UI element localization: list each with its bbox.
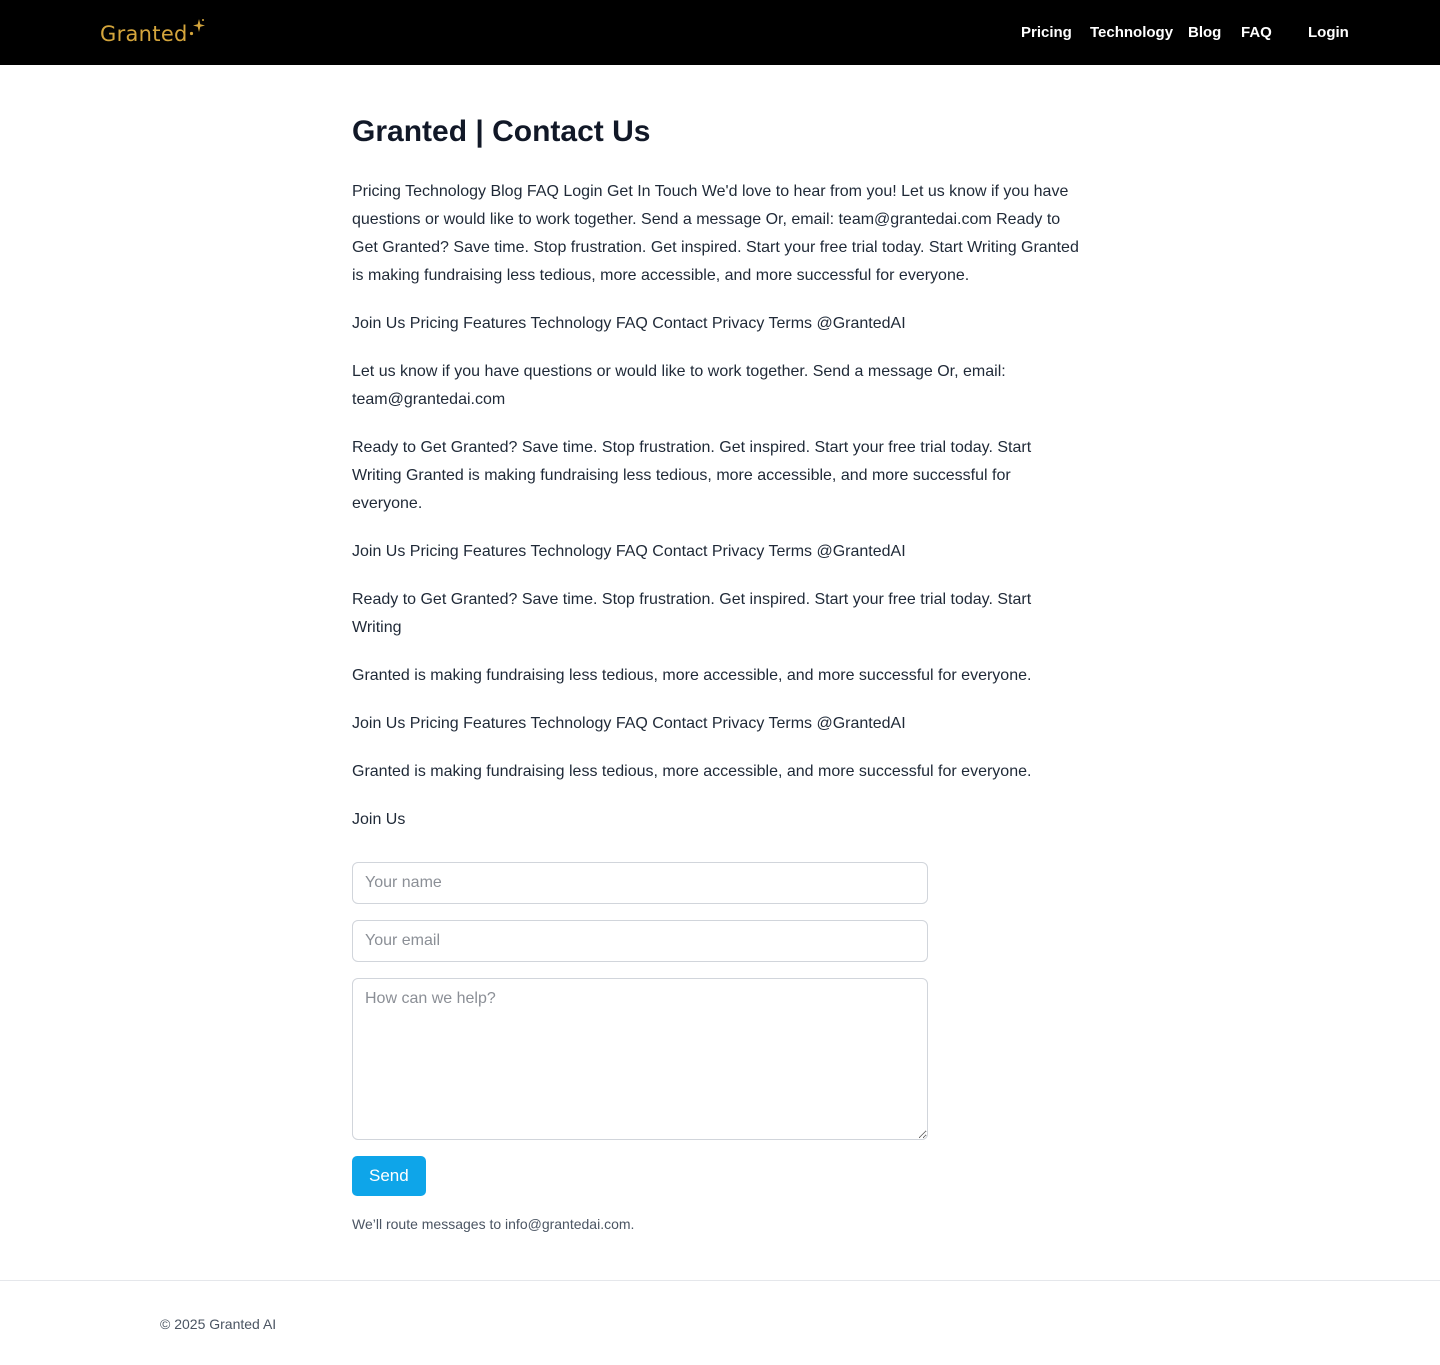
main-content: Granted | Contact Us Pricing Technology … [352, 108, 1088, 854]
nav-link-blog[interactable]: Blog [1188, 22, 1221, 44]
top-navbar: Granted Pricing Technology Blog FAQ Logi… [0, 0, 1440, 65]
page-title: Granted | Contact Us [352, 115, 651, 148]
nav-link-technology[interactable]: Technology [1090, 22, 1173, 44]
nav-link-faq[interactable]: FAQ [1241, 22, 1272, 44]
content-paragraph: Granted is making fundraising less tedio… [352, 763, 1032, 780]
content-paragraph: Pricing Technology Blog FAQ Login Get In… [352, 183, 1079, 284]
footer: © 2025 Granted AI [0, 1280, 1440, 1365]
content-paragraph: Ready to Get Granted? Save time. Stop fr… [352, 439, 1032, 512]
content-paragraph: Join Us Pricing Features Technology FAQ … [352, 315, 906, 332]
main-nav: Pricing Technology Blog FAQ Login [0, 22, 1440, 44]
send-button[interactable]: Send [352, 1156, 426, 1196]
content-paragraph: Ready to Get Granted? Save time. Stop fr… [352, 591, 1032, 636]
login-link[interactable]: Login [1308, 22, 1349, 44]
copyright-text: © 2025 Granted AI [160, 1316, 277, 1332]
content-paragraph: Let us know if you have questions or wou… [352, 363, 1006, 408]
content-paragraph: Join Us [352, 811, 406, 828]
nav-link-pricing[interactable]: Pricing [1021, 22, 1072, 44]
name-input[interactable] [352, 862, 928, 904]
contact-form: Send We’ll route messages to info@grante… [352, 862, 928, 1234]
content-paragraph: Join Us Pricing Features Technology FAQ … [352, 715, 906, 732]
content-paragraph: Join Us Pricing Features Technology FAQ … [352, 543, 906, 560]
content-paragraph: Granted is making fundraising less tedio… [352, 667, 1032, 684]
email-input[interactable] [352, 920, 928, 962]
routing-note: We’ll route messages to info@grantedai.c… [352, 1216, 635, 1232]
message-textarea[interactable] [352, 978, 928, 1140]
